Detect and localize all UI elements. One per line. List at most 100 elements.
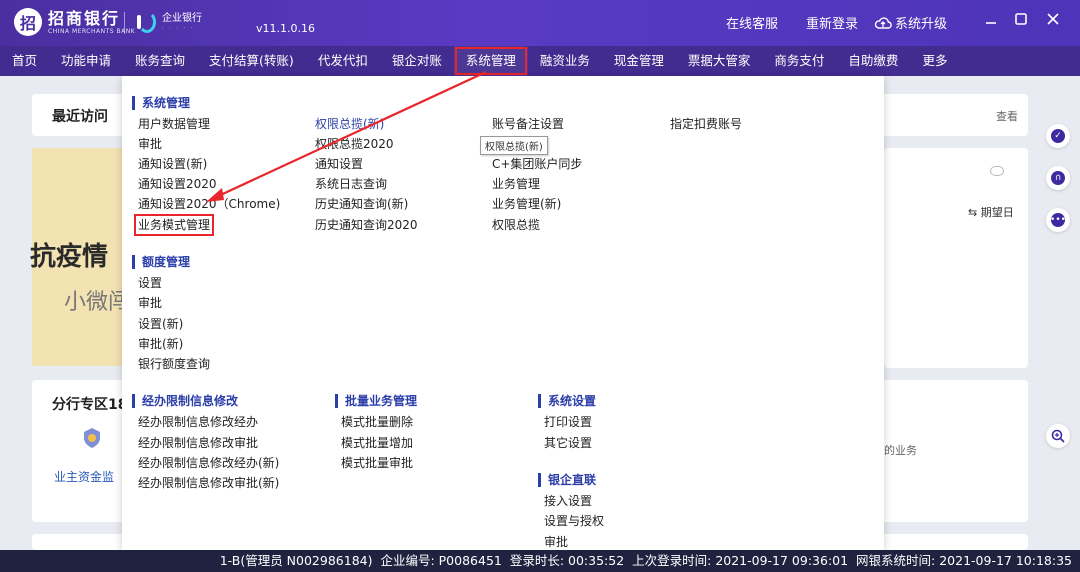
close-button[interactable]: [1042, 8, 1064, 30]
menu-fee-account[interactable]: 指定扣费账号: [670, 117, 742, 131]
menu-limit-handle[interactable]: 经办限制信息修改经办: [138, 415, 258, 429]
menu-business-mode[interactable]: 业务模式管理: [133, 214, 215, 236]
bank-logo-mark: 招: [14, 8, 42, 36]
menu-quota-approve-new[interactable]: 审批(新): [138, 337, 183, 351]
menu-account-remark[interactable]: 账号备注设置: [492, 117, 564, 131]
bank-logo: 招 招商银行 CHINA MERCHANTS BANK: [14, 8, 135, 36]
zoom-button[interactable]: [1046, 424, 1070, 448]
nav-reconciliation[interactable]: 银企对账: [380, 46, 454, 76]
nav-system-management[interactable]: 系统管理: [453, 46, 528, 76]
menu-approve[interactable]: 审批: [138, 137, 162, 151]
recent-visits-title: 最近访问: [52, 109, 108, 125]
nav-account-query[interactable]: 账务查询: [123, 46, 197, 76]
minimize-button[interactable]: [980, 8, 1002, 30]
status-system-time: 2021-09-17 10:18:35: [939, 553, 1072, 568]
nav-bill-manager[interactable]: 票据大管家: [676, 46, 763, 76]
shield-badge-icon: [80, 426, 104, 450]
menu-notify-2020-chrome[interactable]: 通知设置2020（Chrome): [138, 197, 280, 211]
side-chat-button[interactable]: •••: [1046, 208, 1070, 232]
check-icon: ✓: [1051, 129, 1065, 143]
menu-notify-2020[interactable]: 通知设置2020: [138, 177, 217, 191]
eye-icon[interactable]: [990, 166, 1004, 176]
nav-self-pay[interactable]: 自助缴费: [836, 46, 910, 76]
menu-batch-approve[interactable]: 模式批量审批: [341, 456, 413, 470]
online-service-link[interactable]: 在线客服: [726, 13, 778, 32]
nav-more[interactable]: 更多: [910, 46, 959, 76]
menu-limit-approve[interactable]: 经办限制信息修改审批: [138, 436, 258, 450]
minimize-icon: [986, 22, 996, 24]
banner-headline: 抗疫情: [30, 242, 109, 272]
menu-group-account-sync[interactable]: C+集团账户同步: [492, 157, 582, 171]
main-nav: 首页 功能申请 账务查询 支付结算(转账) 代发代扣 银企对账 系统管理 融资业…: [0, 46, 1080, 76]
menu-quota-settings-new[interactable]: 设置(新): [138, 317, 183, 331]
status-user: 1-B(管理员 N002986184): [219, 553, 373, 568]
nav-financing[interactable]: 融资业务: [528, 46, 602, 76]
cloud-upload-icon: [874, 16, 892, 34]
nav-feature-apply[interactable]: 功能申请: [49, 46, 123, 76]
nav-cash-management[interactable]: 现金管理: [602, 46, 676, 76]
menu-limit-handle-new[interactable]: 经办限制信息修改经办(新): [138, 456, 279, 470]
nav-business-payment[interactable]: 商务支付: [762, 46, 836, 76]
menu-access-settings[interactable]: 接入设置: [544, 494, 592, 508]
business-text: 的业务: [884, 444, 917, 457]
title-bar: 招 招商银行 CHINA MERCHANTS BANK 企业银行 · · · ·…: [0, 0, 1080, 46]
due-date-label: 期望日: [980, 206, 1014, 219]
nav-payment-transfer[interactable]: 支付结算(转账): [197, 46, 306, 76]
system-upgrade-label: 系统升级: [895, 17, 948, 32]
enterprise-dots: · · · · ·: [162, 25, 195, 31]
status-bar: 1-B(管理员 N002986184) 企业编号: P0086451 登录时长:…: [0, 550, 1080, 572]
menu-quota-settings[interactable]: 设置: [138, 276, 162, 290]
menu-history-notify-2020[interactable]: 历史通知查询2020: [315, 218, 418, 232]
bank-name: 招商银行: [48, 8, 121, 28]
system-upgrade-link[interactable]: 系统升级: [874, 13, 947, 34]
status-company-label: 企业编号:: [380, 553, 435, 568]
menu-business-manage[interactable]: 业务管理: [492, 177, 540, 191]
chat-icon: •••: [1050, 213, 1066, 227]
menu-direct-approve[interactable]: 审批: [544, 535, 568, 549]
logo-divider: [124, 12, 125, 34]
right-info-card: [884, 148, 1028, 368]
maximize-button[interactable]: [1010, 8, 1032, 30]
menu-limit-approve-new[interactable]: 经办限制信息修改审批(新): [138, 476, 279, 490]
menu-history-notify-new[interactable]: 历史通知查询(新): [315, 197, 408, 211]
enterprise-logo: 企业银行 · · · · ·: [134, 9, 202, 35]
swap-icon: ⇆: [968, 206, 981, 219]
relogin-link[interactable]: 重新登录: [806, 13, 858, 32]
menu-business-manage-new[interactable]: 业务管理(新): [492, 197, 561, 211]
system-management-dropdown: 系统管理 用户数据管理 审批 通知设置(新) 通知设置2020 通知设置2020…: [122, 76, 884, 550]
menu-settings-authorize[interactable]: 设置与授权: [544, 514, 604, 528]
view-link[interactable]: 查看: [996, 108, 1018, 124]
menu-system-log[interactable]: 系统日志查询: [315, 177, 387, 191]
status-system-time-label: 网银系统时间:: [856, 553, 936, 568]
menu-batch-add[interactable]: 模式批量增加: [341, 436, 413, 450]
zoom-in-icon: [1051, 429, 1065, 443]
enterprise-logo-icon: [134, 9, 156, 35]
side-todo-button[interactable]: ✓: [1046, 124, 1070, 148]
bank-name-en: CHINA MERCHANTS BANK: [48, 27, 136, 35]
enterprise-label: 企业银行: [162, 13, 202, 24]
section-bank-direct: 银企直联: [538, 473, 596, 487]
status-company-id: P0086451: [438, 553, 502, 568]
section-batch-business: 批量业务管理: [335, 394, 417, 408]
section-system-settings: 系统设置: [538, 394, 596, 408]
menu-permission-overview-2020[interactable]: 权限总揽2020: [315, 137, 394, 151]
status-duration: 00:35:52: [568, 553, 625, 568]
headset-icon: ∩: [1051, 171, 1065, 185]
menu-print-settings[interactable]: 打印设置: [544, 415, 592, 429]
nav-collect-pay[interactable]: 代发代扣: [306, 46, 380, 76]
menu-other-settings[interactable]: 其它设置: [544, 436, 592, 450]
menu-permission-overview-new[interactable]: 权限总揽(新): [315, 117, 384, 131]
menu-user-data[interactable]: 用户数据管理: [138, 117, 210, 131]
nav-home[interactable]: 首页: [0, 46, 49, 76]
side-service-button[interactable]: ∩: [1046, 166, 1070, 190]
menu-batch-delete[interactable]: 模式批量删除: [341, 415, 413, 429]
owner-fund-link[interactable]: 业主资金监: [54, 468, 114, 485]
menu-notify-settings[interactable]: 通知设置: [315, 157, 363, 171]
menu-permission-overview[interactable]: 权限总揽: [492, 218, 540, 232]
maximize-icon: [1015, 13, 1027, 25]
menu-notify-new[interactable]: 通知设置(新): [138, 157, 207, 171]
due-date-filter[interactable]: ⇆ 期望日: [968, 204, 1014, 220]
menu-quota-approve[interactable]: 审批: [138, 296, 162, 310]
menu-bank-quota-query[interactable]: 银行额度查询: [138, 357, 210, 371]
section-quota-management: 额度管理: [132, 255, 190, 269]
